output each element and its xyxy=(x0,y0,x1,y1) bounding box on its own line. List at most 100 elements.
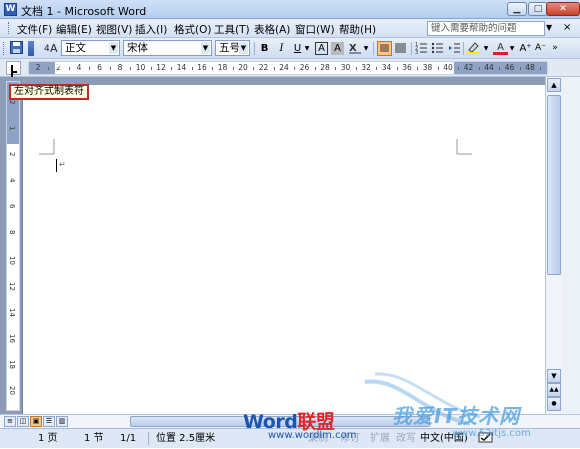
document-page[interactable]: ↵ xyxy=(22,85,545,415)
ruler-tick xyxy=(478,67,480,70)
underline-dropdown-icon[interactable]: ▼ xyxy=(303,41,311,56)
ruler-tick xyxy=(273,67,275,70)
normal-view-icon[interactable]: ≡ xyxy=(4,416,16,427)
chevron-down-icon[interactable]: ▼ xyxy=(109,42,118,54)
grow-font-button[interactable]: A⁺ xyxy=(518,41,533,56)
highlight-dropdown-icon[interactable]: ▼ xyxy=(482,41,490,56)
ruler-number: 10 xyxy=(135,63,146,72)
vertical-ruler-number: 2 xyxy=(8,100,16,105)
ruler-tick xyxy=(355,67,357,70)
chevron-down-icon[interactable]: ▼ xyxy=(201,42,210,54)
vertical-ruler[interactable]: 2 1 2 4 6 8 10 12 14 16 18 20 xyxy=(6,81,20,411)
scroll-up-icon[interactable]: ▲ xyxy=(547,78,561,92)
window-title: 文档 1 - Microsoft Word xyxy=(21,5,147,18)
menu-insert[interactable]: 插入(I) xyxy=(135,22,167,37)
ruler-number: 20 xyxy=(238,63,248,72)
menu-view[interactable]: 视图(V) xyxy=(96,22,132,37)
menubar-grip[interactable] xyxy=(8,22,11,34)
help-search-input[interactable]: 键入需要帮助的问题 xyxy=(427,21,545,36)
menu-bar: 文件(F) 编辑(E) 视图(V) 插入(I) 格式(O) 工具(T) 表格(A… xyxy=(0,19,580,38)
ruler-tick xyxy=(499,67,500,70)
style-value: 正文 xyxy=(65,42,86,54)
formatting-toolbar: 4A 正文 ▼ 宋体 ▼ 五号 ▼ B I U ▼ A A X ▼ 123 ▼ A ▼… xyxy=(0,38,580,59)
ruler-tick xyxy=(294,67,295,70)
ruler-number: 42 xyxy=(463,63,474,72)
crop-mark-top-right xyxy=(456,139,472,155)
close-button[interactable]: ✕ xyxy=(546,2,580,16)
outline-view-icon[interactable]: ☰ xyxy=(43,416,55,427)
save-icon[interactable] xyxy=(9,41,24,56)
chevron-down-icon[interactable]: ▼ xyxy=(239,42,248,54)
font-color-button[interactable]: A xyxy=(493,41,508,55)
font-color-dropdown-icon[interactable]: ▼ xyxy=(508,41,516,56)
justify-toggle-button[interactable] xyxy=(377,41,392,56)
increase-indent-icon[interactable] xyxy=(447,41,462,56)
menu-window[interactable]: 窗口(W) xyxy=(295,22,335,37)
shrink-font-button[interactable]: A⁻ xyxy=(533,41,548,56)
ruler-tick xyxy=(396,67,398,70)
status-overtype[interactable]: 改写 xyxy=(396,431,416,446)
help-dropdown-icon[interactable]: ▼ xyxy=(546,23,552,32)
styles-pane-icon[interactable]: 4A xyxy=(43,41,60,56)
menu-edit[interactable]: 编辑(E) xyxy=(56,22,92,37)
ruler-number: 22 xyxy=(258,63,269,72)
right-edge-strip xyxy=(561,77,580,414)
vertical-scroll-thumb[interactable] xyxy=(547,95,561,275)
watermark-site-url: www.52itjs.com xyxy=(452,428,531,439)
ruler-bar: 2 2 4 6 8 10 12 14 16 18 20 22 24 26 28 30 32 34 36 38 40 42 4… xyxy=(0,59,580,77)
toolbar-options-icon[interactable] xyxy=(28,41,34,56)
ruler-number: 4 xyxy=(76,63,82,72)
word-app-icon[interactable]: W xyxy=(4,3,17,16)
text-cursor xyxy=(56,159,57,172)
first-line-indent-marker[interactable] xyxy=(55,62,63,67)
character-scaling-icon[interactable]: X xyxy=(347,41,362,56)
document-close-icon[interactable]: × xyxy=(563,22,571,33)
toolbar-separator xyxy=(254,42,255,55)
menu-tools[interactable]: 工具(T) xyxy=(214,22,250,37)
font-size-select[interactable]: 五号 ▼ xyxy=(215,40,250,56)
menu-file[interactable]: 文件(F) xyxy=(17,22,52,37)
vertical-ruler-number: 16 xyxy=(8,334,16,343)
ruler-tick xyxy=(171,67,172,70)
vertical-ruler-number: 12 xyxy=(8,282,16,291)
menu-format[interactable]: 格式(O) xyxy=(174,22,211,37)
character-shading-button[interactable]: A xyxy=(331,42,344,55)
ruler-tick xyxy=(232,67,234,70)
bullets-icon[interactable] xyxy=(430,41,445,56)
toolbar-separator xyxy=(463,42,464,55)
maximize-button[interactable]: □ xyxy=(528,2,548,16)
bold-button[interactable]: B xyxy=(257,41,272,56)
toolbar-overflow-icon[interactable]: » xyxy=(551,41,559,56)
horizontal-ruler[interactable]: 2 2 4 6 8 10 12 14 16 18 20 22 24 26 28 30 32 34 36 38 40 42 4… xyxy=(28,61,548,75)
print-layout-view-icon[interactable]: ▣ xyxy=(30,416,42,427)
tab-selector-button[interactable] xyxy=(6,61,21,75)
status-extend[interactable]: 扩展 xyxy=(370,431,390,446)
vertical-scrollbar[interactable]: ▲ ▼ ▲▲ ● xyxy=(545,77,561,414)
distributed-align-icon[interactable] xyxy=(393,41,408,56)
svg-text:A: A xyxy=(50,42,58,54)
vertical-ruler-number: 10 xyxy=(8,256,16,265)
font-select[interactable]: 宋体 ▼ xyxy=(123,40,212,56)
menu-help[interactable]: 帮助(H) xyxy=(339,22,376,37)
ruler-tick xyxy=(437,67,439,70)
web-layout-view-icon[interactable]: ◫ xyxy=(17,416,29,427)
reading-view-icon[interactable]: ▥ xyxy=(56,416,68,427)
ruler-tick xyxy=(68,67,70,70)
ruler-tick xyxy=(335,67,336,70)
ruler-tick xyxy=(376,67,377,70)
vertical-ruler-number: 4 xyxy=(8,178,16,183)
ruler-number: 40 xyxy=(443,63,453,72)
highlight-icon[interactable] xyxy=(466,41,481,56)
watermark-brand-url: www.wordlm.com xyxy=(268,430,357,441)
character-border-button[interactable]: A xyxy=(315,42,328,55)
numbering-icon[interactable]: 123 xyxy=(414,41,429,56)
italic-button[interactable]: I xyxy=(274,41,289,56)
ruler-tick xyxy=(540,67,541,70)
toolbar-grip[interactable] xyxy=(3,42,6,55)
minimize-button[interactable]: ▁ xyxy=(507,2,527,16)
scaling-dropdown-icon[interactable]: ▼ xyxy=(362,41,370,56)
vertical-ruler-number: 18 xyxy=(8,360,16,369)
toolbar-separator xyxy=(373,42,374,55)
menu-table[interactable]: 表格(A) xyxy=(254,22,290,37)
style-select[interactable]: 正文 ▼ xyxy=(61,40,120,56)
